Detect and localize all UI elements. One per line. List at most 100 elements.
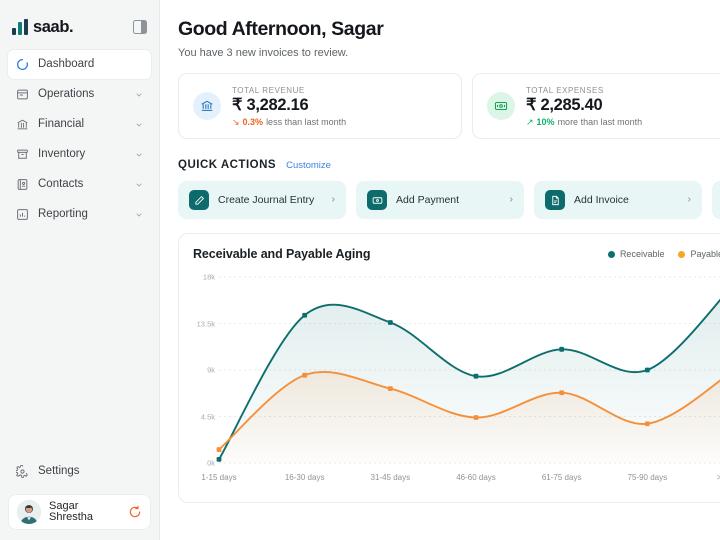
chevron-down-icon [135,181,143,189]
bar-chart-icon [16,208,29,221]
bank-icon [193,92,221,121]
trend-up-icon: ↗ [526,116,534,127]
stat-delta-text: less than last month [266,117,347,128]
chart-legend: Receivable Payable [607,249,720,260]
stat-value: ₹ 2,285.40 [526,95,642,114]
legend-dot [678,250,686,258]
sidebar-item-label: Operations [38,87,95,100]
loader-icon [16,58,29,71]
brand-name: saab. [33,17,74,36]
quick-actions-row: Create Journal Entry › Add Payment › Add… [178,181,720,220]
quick-actions-title: QUICK ACTIONS [178,159,277,172]
sidebar-item-operations[interactable]: Operations [8,80,151,109]
chart-title: Receivable and Payable Aging [193,247,371,262]
sidebar-item-financial[interactable]: Financial [8,110,151,139]
customize-link[interactable]: Customize [286,160,331,171]
bar-chart-logo-icon [12,19,28,36]
legend-item-payable[interactable]: Payable [678,249,720,259]
stats-row: TOTAL REVENUE ₹ 3,282.16 ↘ 0.3% less tha… [178,73,720,140]
legend-label: Receivable [619,249,665,260]
quick-actions-header: QUICK ACTIONS Customize [178,159,720,171]
bank-icon [16,118,29,131]
stat-delta: ↘ 0.3% less than last month [232,117,346,127]
chevron-down-icon [135,121,143,129]
legend-dot [607,250,615,258]
x-axis-tick-label: 46-60 days [456,473,496,483]
stat-delta-pct: 10% [536,117,555,128]
quick-action-add-invoice[interactable]: Add Invoice › [534,181,702,220]
chevron-down-icon [135,91,143,99]
sidebar-item-label: Financial [38,117,85,130]
quick-action-add-payment[interactable]: Add Payment › [356,181,524,220]
avatar [17,500,41,524]
stat-card-total-revenue[interactable]: TOTAL REVENUE ₹ 3,282.16 ↘ 0.3% less tha… [178,73,462,140]
quick-action-label: Create Journal Entry [218,194,315,207]
stat-delta-text: more than last month [557,117,643,128]
chevron-down-icon [135,211,143,219]
chevron-down-icon [135,151,143,159]
brand-logo[interactable]: saab. [12,17,74,36]
sidebar-item-settings[interactable]: Settings [8,457,151,486]
book-icon [16,88,29,101]
stat-label: TOTAL EXPENSES [526,85,604,95]
stat-card-total-expenses[interactable]: TOTAL EXPENSES ₹ 2,285.40 ↗ 10% more tha… [472,73,720,140]
sidebar-nav: Dashboard Operations Financial Inventory… [0,42,159,229]
x-axis-tick-label: 1-15 days [201,473,237,483]
banknote-icon [367,190,387,211]
y-axis-tick-label: 0k [207,458,215,468]
y-axis-tick-label: 13.5k [196,319,215,329]
currency-symbol: ₹ [526,95,537,114]
user-name: Sagar Shrestha [49,500,94,523]
x-axis-tick-label: >90 days [717,473,720,482]
quick-action-overflow[interactable] [712,181,720,220]
user-card[interactable]: Sagar Shrestha [8,494,151,530]
sidebar-footer: Settings Sagar Shrestha [0,457,159,540]
x-axis-tick-label: 31-45 days [370,473,411,483]
y-axis-tick-label: 4.5k [200,412,215,422]
sidebar-item-contacts[interactable]: Contacts [8,170,151,199]
archive-icon [16,148,29,161]
x-axis-tick-label: 16-30 days [284,473,325,483]
legend-item-receivable[interactable]: Receivable [607,249,665,260]
trend-down-icon: ↘ [232,116,240,127]
gear-icon [16,465,29,478]
stat-amount: 3,282.16 [246,95,309,114]
sidebar-item-label: Dashboard [38,57,95,70]
sidebar-item-dashboard[interactable]: Dashboard [8,50,151,79]
chevron-right-icon: › [331,194,335,206]
contact-icon [16,178,29,191]
sidebar-item-reporting[interactable]: Reporting [8,200,151,229]
app-root: saab. Dashboard Operations Financial Inv… [0,0,720,540]
x-axis-tick-label: 61-75 days [541,473,582,483]
chevron-right-icon: › [509,194,513,206]
sidebar-item-label: Reporting [38,207,88,220]
pencil-icon [189,190,209,211]
stat-label: TOTAL REVENUE [232,85,305,95]
quick-action-label: Add Invoice [574,194,629,207]
document-icon [545,190,565,211]
sidebar-header: saab. [0,0,159,42]
stat-value: ₹ 3,282.16 [232,95,346,114]
sidebar: saab. Dashboard Operations Financial Inv… [0,0,160,540]
quick-action-label: Add Payment [396,194,460,207]
settings-label: Settings [38,464,80,477]
stat-amount: 2,285.40 [540,95,603,114]
banknote-icon [487,92,515,121]
currency-symbol: ₹ [232,95,243,114]
legend-label: Payable [690,249,720,260]
chart-header: Receivable and Payable Aging Receivable … [179,247,720,261]
sidebar-item-inventory[interactable]: Inventory [8,140,151,169]
page-title: Good Afternoon, Sagar [178,18,384,40]
chart-card: Receivable and Payable Aging Receivable … [178,233,720,504]
quick-action-create-journal-entry[interactable]: Create Journal Entry › [178,181,346,220]
chart-plot-area[interactable]: 0k 4.5k 9k 13.5k 18k 1-15 days 16-30 days 31-45… [179,269,720,497]
page-subtitle: You have 3 new invoices to review. [178,47,349,60]
chevron-right-icon: › [687,194,691,206]
panel-collapse-icon[interactable] [133,20,147,34]
stat-delta-pct: 0.3% [242,117,264,128]
stat-delta: ↗ 10% more than last month [526,117,642,127]
main-content: Good Afternoon, Sagar You have 3 new inv… [160,0,720,540]
sidebar-item-label: Contacts [38,177,84,190]
logout-icon[interactable] [128,505,142,519]
y-axis-tick-label: 9k [207,365,215,375]
